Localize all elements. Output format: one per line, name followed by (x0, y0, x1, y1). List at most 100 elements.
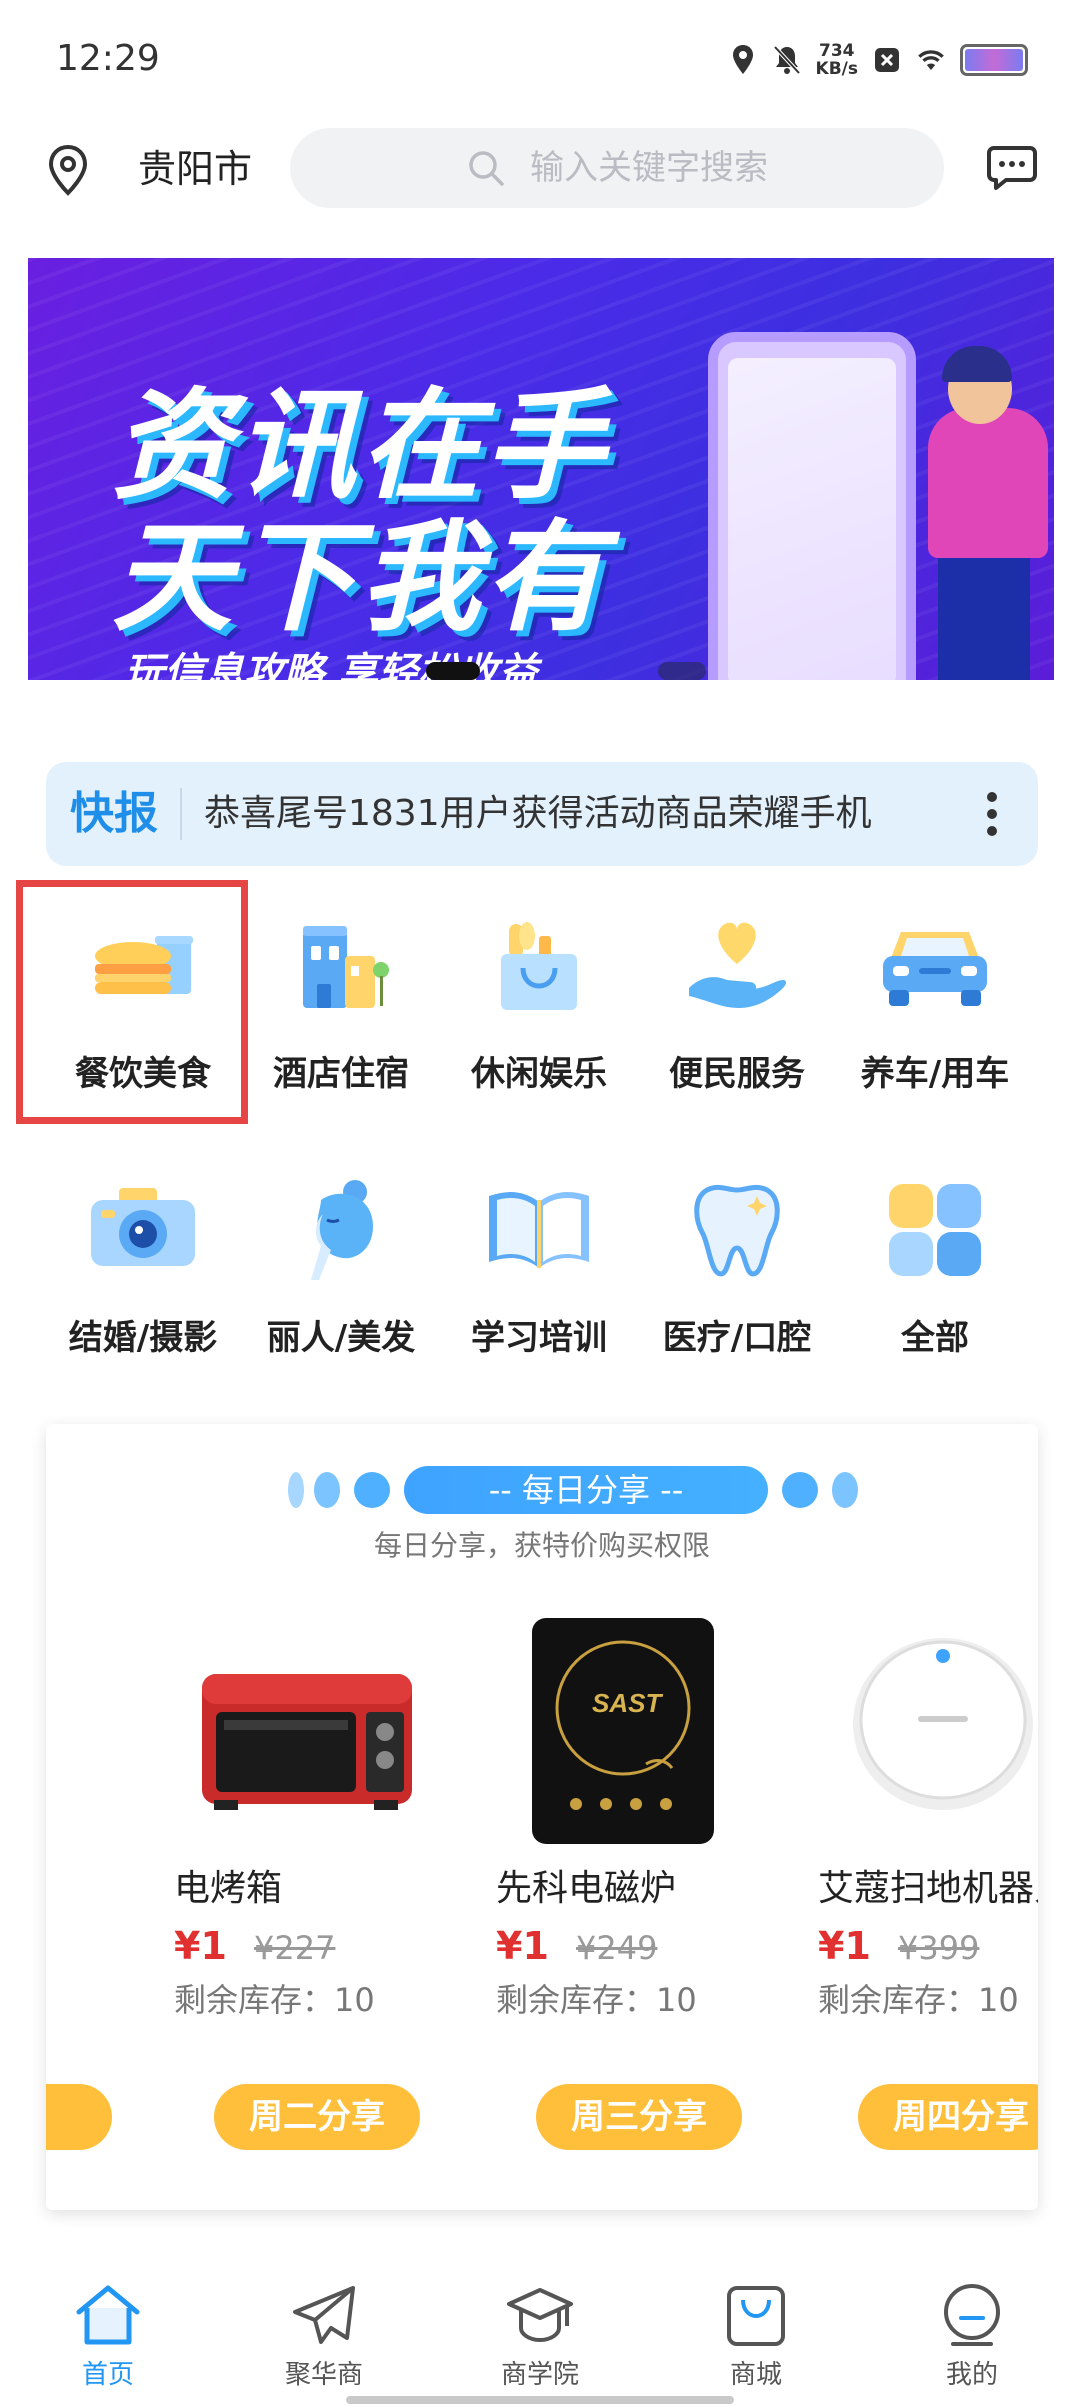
category-label: 结婚/摄影 (68, 1318, 218, 1358)
share-button-tuesday[interactable]: 周二分享 (214, 2084, 420, 2150)
nav-label: 首页 (81, 2360, 134, 2390)
category-label: 学习培训 (471, 1318, 607, 1358)
mute-bell-icon (772, 43, 802, 77)
paper-plane-icon (289, 2282, 359, 2348)
nav-label: 聚华商 (284, 2360, 363, 2390)
category-label: 餐饮美食 (75, 1054, 211, 1094)
shopping-bag-icon (479, 906, 599, 1026)
city-selector[interactable]: 贵阳市 (138, 144, 252, 194)
promo-banner[interactable]: 资讯在手 天下我有 玩信息攻略 享轻松收益 (28, 258, 1054, 680)
hotel-icon (281, 906, 401, 1026)
category-dining[interactable]: 餐饮美食 (44, 906, 242, 1096)
product-card[interactable]: SAST 先科电磁炉 ¥1 ¥249 剩余库存：10 (496, 1604, 746, 2024)
book-icon (479, 1170, 599, 1290)
search-placeholder: 输入关键字搜索 (530, 148, 768, 188)
bottom-nav: 首页 聚华商 商学院 商城 我的 (0, 2260, 1080, 2408)
category-medical[interactable]: 医疗/口腔 (638, 1170, 836, 1360)
net-speed: 734 KB/s (816, 42, 858, 78)
share-subtitle: 每日分享，获特价购买权限 (373, 1529, 710, 1562)
category-label: 休闲娱乐 (471, 1054, 607, 1094)
nav-profile[interactable]: 我的 (902, 2282, 1042, 2391)
product-prices: ¥1 ¥399 (818, 1924, 1038, 1972)
share-title-pill: -- 每日分享 -- (404, 1466, 768, 1514)
decor-dot (314, 1472, 340, 1508)
category-label: 酒店住宿 (273, 1054, 409, 1094)
category-hotel[interactable]: 酒店住宿 (242, 906, 440, 1096)
battery-icon (960, 44, 1028, 76)
search-input[interactable]: 输入关键字搜索 (290, 128, 944, 208)
more-vertical-icon[interactable] (986, 792, 998, 836)
product-stock: 剩余库存：10 (174, 1981, 375, 2019)
product-stock: 剩余库存：10 (496, 1981, 697, 2019)
product-image-oven (174, 1604, 424, 1854)
decor-dot (354, 1472, 390, 1508)
beauty-hair-icon (281, 1170, 401, 1290)
category-label: 医疗/口腔 (662, 1318, 812, 1358)
product-stock: 剩余库存：10 (818, 1981, 1019, 2019)
tooth-icon (677, 1170, 797, 1290)
banner-indicator[interactable] (658, 662, 706, 680)
product-name: 电烤箱 (174, 1868, 283, 1909)
share-button-partial[interactable] (46, 2084, 112, 2150)
net-speed-value: 734 (819, 41, 855, 61)
grid-all-icon (875, 1170, 995, 1290)
banner-headline-2: 天下我有 (112, 509, 608, 648)
home-indicator[interactable] (346, 2396, 734, 2404)
close-notification-icon (872, 43, 902, 77)
category-all[interactable]: 全部 (836, 1170, 1034, 1360)
product-image-induction-cooker: SAST (496, 1604, 746, 1854)
nav-merchants[interactable]: 聚华商 (254, 2282, 394, 2391)
category-wedding-photo[interactable]: 结婚/摄影 (44, 1170, 242, 1360)
net-speed-unit: KB/s (815, 59, 858, 79)
nav-label: 商城 (729, 2360, 782, 2390)
category-services[interactable]: 便民服务 (638, 906, 836, 1096)
phone-illustration (708, 332, 916, 680)
category-label: 便民服务 (669, 1054, 805, 1094)
product-original-price: ¥249 (575, 1929, 658, 1967)
status-icons: 734 KB/s (728, 42, 1028, 78)
banner-indicator-active[interactable] (426, 662, 480, 680)
news-ticker[interactable]: 快报 恭喜尾号1831用户获得活动商品荣耀手机 (46, 762, 1038, 866)
share-button-wednesday[interactable]: 周三分享 (536, 2084, 742, 2150)
nav-label: 我的 (945, 2360, 998, 2390)
nav-academy[interactable]: 商学院 (470, 2282, 610, 2391)
nav-home[interactable]: 首页 (38, 2282, 178, 2391)
person-illustration-legs (938, 554, 1030, 680)
ticker-text: 恭喜尾号1831用户获得活动商品荣耀手机 (204, 793, 872, 834)
search-icon (466, 148, 506, 188)
heart-hand-icon (677, 906, 797, 1026)
daily-share-card: -- 每日分享 -- 每日分享，获特价购买权限 电烤箱 ¥1 ¥227 剩余库存… (46, 1424, 1038, 2210)
share-title: -- 每日分享 -- (488, 1471, 684, 1509)
product-prices: ¥1 ¥249 (496, 1924, 746, 1972)
product-price: ¥1 (818, 1924, 871, 1968)
product-name: 先科电磁炉 (496, 1868, 677, 1909)
decor-dot (832, 1472, 858, 1508)
home-icon (73, 2282, 143, 2348)
wifi-icon (916, 43, 946, 77)
status-bar: 12:29 734 KB/s (0, 0, 1080, 124)
product-image-robot-vacuum (818, 1604, 1038, 1854)
category-car[interactable]: 养车/用车 (836, 906, 1034, 1096)
divider (180, 788, 182, 840)
product-price: ¥1 (496, 1924, 549, 1968)
location-pin-icon[interactable] (46, 144, 90, 196)
nav-mall[interactable]: 商城 (686, 2282, 826, 2391)
product-card[interactable]: 电烤箱 ¥1 ¥227 剩余库存：10 (174, 1604, 424, 2024)
graduation-cap-icon (505, 2282, 575, 2348)
product-original-price: ¥399 (897, 1929, 980, 1967)
product-price: ¥1 (174, 1924, 227, 1968)
decor-dot (782, 1472, 818, 1508)
message-icon[interactable] (986, 144, 1038, 192)
location-status-icon (728, 43, 758, 77)
category-beauty[interactable]: 丽人/美发 (242, 1170, 440, 1360)
svg-text:SAST: SAST (592, 1688, 663, 1718)
category-education[interactable]: 学习培训 (440, 1170, 638, 1360)
product-card[interactable]: 艾蔻扫地机器人 ¥1 ¥399 剩余库存：10 (818, 1604, 1038, 2024)
category-label: 丽人/美发 (266, 1318, 416, 1358)
header: 贵阳市 输入关键字搜索 (0, 124, 1080, 234)
category-leisure[interactable]: 休闲娱乐 (440, 906, 638, 1096)
share-header: -- 每日分享 -- (244, 1466, 858, 1514)
ticker-tag: 快报 (70, 788, 158, 839)
product-name: 艾蔻扫地机器人 (818, 1868, 1038, 1909)
share-button-thursday[interactable]: 周四分享 (858, 2084, 1038, 2150)
